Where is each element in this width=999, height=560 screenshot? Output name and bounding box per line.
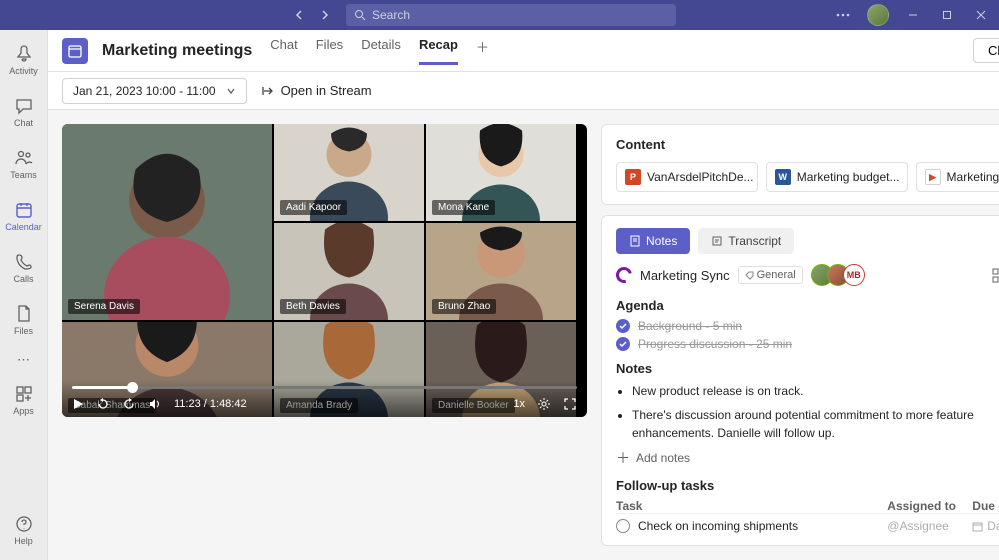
page-title: Marketing meetings xyxy=(102,42,252,60)
rail-help[interactable]: Help xyxy=(0,510,48,550)
rail-files[interactable]: Files xyxy=(0,300,48,340)
forward-button[interactable] xyxy=(122,397,136,411)
agenda-item[interactable]: Background - 5 min xyxy=(616,319,999,333)
rail-chat[interactable]: Chat xyxy=(0,92,48,132)
components-icon[interactable] xyxy=(992,268,999,283)
calendar-icon xyxy=(972,521,983,532)
tab-chat[interactable]: Chat xyxy=(270,37,297,65)
file-chip[interactable]: ▶Marketing demo... xyxy=(916,162,999,192)
nav-back[interactable] xyxy=(288,4,310,26)
search-input[interactable]: Search xyxy=(346,4,676,26)
rail-teams[interactable]: Teams xyxy=(0,144,48,184)
participant-tile: Aadi Kapoor xyxy=(274,124,424,221)
rail-calendar[interactable]: Calendar xyxy=(0,196,48,236)
rewind-button[interactable] xyxy=(96,397,110,411)
tab-details[interactable]: Details xyxy=(361,37,401,65)
open-in-stream[interactable]: Open in Stream xyxy=(261,83,372,98)
fullscreen-button[interactable] xyxy=(563,397,577,411)
speed-button[interactable]: 1x xyxy=(513,398,525,410)
calendar-icon xyxy=(62,38,88,64)
col-due: Due date xyxy=(972,499,999,513)
presence-avatars[interactable]: MB xyxy=(811,264,865,286)
rail-more[interactable]: ⋯ xyxy=(17,352,30,368)
add-tab[interactable]: ＋ xyxy=(476,37,489,65)
video-icon: ▶ xyxy=(925,169,941,185)
time-display: 11:23 / 1:48:42 xyxy=(174,398,247,410)
tasks-heading: Follow-up tasks xyxy=(616,478,999,493)
close-button[interactable]: Close xyxy=(973,38,999,63)
window-maximize[interactable] xyxy=(937,5,957,25)
agenda-item[interactable]: Progress discussion - 25 min xyxy=(616,337,999,351)
participant-tile: Beth Davies xyxy=(274,223,424,320)
check-icon xyxy=(616,337,630,351)
stream-icon xyxy=(261,84,275,98)
note-item[interactable]: There's discussion around potential comm… xyxy=(632,406,999,442)
search-placeholder: Search xyxy=(372,8,410,22)
col-task: Task xyxy=(616,499,887,513)
check-icon xyxy=(616,319,630,333)
file-chip[interactable]: PVanArsdelPitchDe... xyxy=(616,162,758,192)
word-icon: W xyxy=(775,169,791,185)
play-button[interactable] xyxy=(72,398,84,410)
recording-player[interactable]: Serena Davis Aadi Kapoor Mona Kane Beth … xyxy=(62,124,587,417)
notes-heading: Notes xyxy=(616,361,999,376)
task-radio[interactable] xyxy=(616,519,630,533)
add-notes[interactable]: ＋Add notes xyxy=(616,448,999,468)
date-picker[interactable]: Jan 21, 2023 10:00 - 11:00 xyxy=(62,78,247,104)
col-assigned: Assigned to xyxy=(887,499,972,513)
note-item[interactable]: New product release is on track. xyxy=(632,382,999,400)
search-icon xyxy=(354,9,366,21)
file-chip[interactable]: WMarketing budget... xyxy=(766,162,908,192)
window-close[interactable] xyxy=(971,5,991,25)
chevron-down-icon xyxy=(226,86,236,96)
transcript-tab[interactable]: Transcript xyxy=(698,228,794,254)
participant-tile: Bruno Zhao xyxy=(426,223,576,320)
tag-general[interactable]: General xyxy=(738,266,803,284)
tab-files[interactable]: Files xyxy=(316,37,343,65)
rail-calls[interactable]: Calls xyxy=(0,248,48,288)
content-card: Content See all PVanArsdelPitchDe... WMa… xyxy=(601,124,999,205)
app-rail: Activity Chat Teams Calendar Calls Files… xyxy=(0,30,48,560)
volume-button[interactable] xyxy=(148,397,162,411)
task-due[interactable]: Date xyxy=(972,519,999,533)
rail-apps[interactable]: Apps xyxy=(0,380,48,420)
window-minimize[interactable] xyxy=(903,5,923,25)
task-row[interactable]: Check on incoming shipments @Assignee Da… xyxy=(616,513,999,538)
notes-tab[interactable]: Notes xyxy=(616,228,690,254)
participant-tile: Serena Davis xyxy=(62,124,272,320)
content-title: Content xyxy=(616,137,665,152)
loop-icon xyxy=(613,264,635,286)
user-avatar[interactable] xyxy=(867,4,889,26)
date-range: Jan 21, 2023 10:00 - 11:00 xyxy=(73,84,216,98)
notes-card: Notes Transcript Marketing Sync General … xyxy=(601,215,999,546)
settings-button[interactable] xyxy=(537,397,551,411)
sync-title: Marketing Sync xyxy=(640,268,730,283)
rail-activity[interactable]: Activity xyxy=(0,40,48,80)
powerpoint-icon: P xyxy=(625,169,641,185)
more-icon[interactable] xyxy=(833,5,853,25)
seek-bar[interactable] xyxy=(72,386,577,389)
agenda-heading: Agenda xyxy=(616,298,999,313)
participant-tile: Mona Kane xyxy=(426,124,576,221)
nav-forward[interactable] xyxy=(314,4,336,26)
tab-recap[interactable]: Recap xyxy=(419,37,458,65)
task-assignee[interactable]: @Assignee xyxy=(887,519,972,533)
add-task[interactable]: ＋Add a task xyxy=(616,544,999,546)
